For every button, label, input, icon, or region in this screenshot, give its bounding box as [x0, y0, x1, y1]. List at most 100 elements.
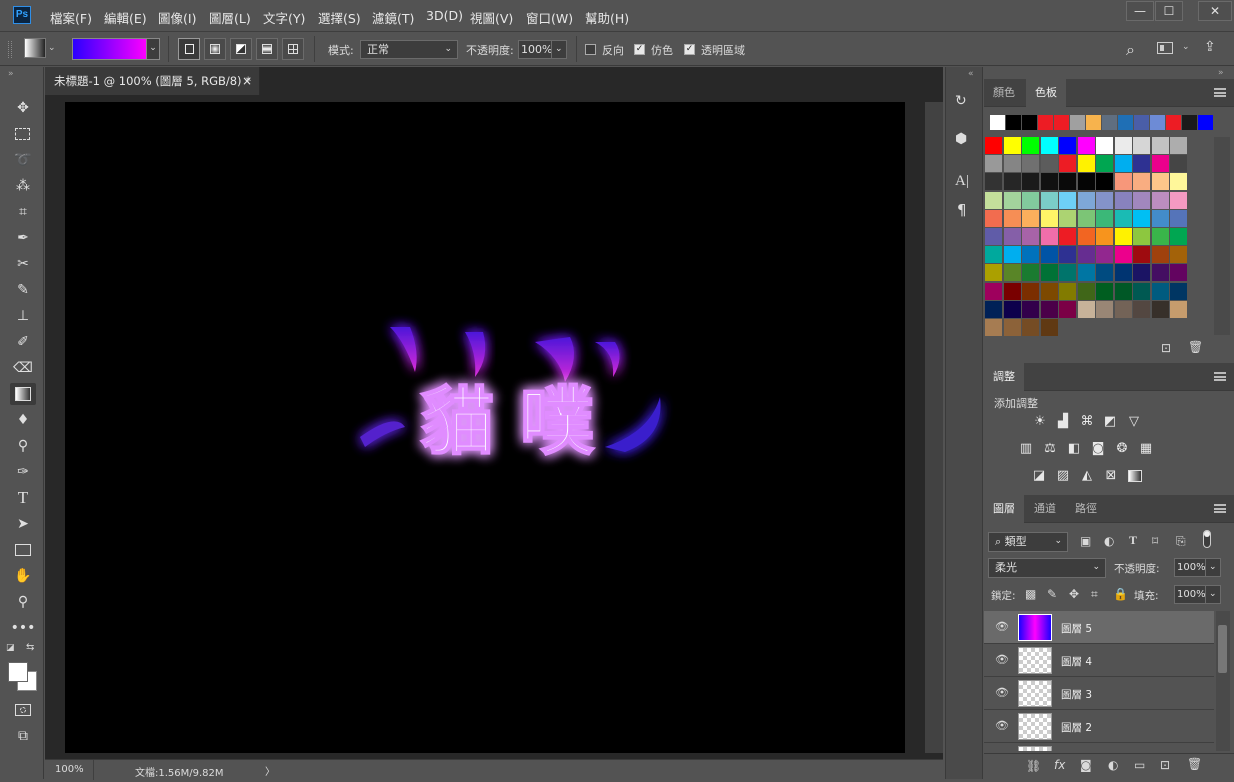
swatch[interactable] [1170, 209, 1187, 227]
swatch[interactable] [1022, 155, 1039, 173]
collapse-panels-icon[interactable]: » [1218, 68, 1224, 78]
swatch[interactable] [1059, 137, 1076, 154]
swatch[interactable] [1022, 319, 1039, 336]
filter-type-icon[interactable]: T [1129, 533, 1137, 548]
swatch[interactable] [1151, 155, 1169, 173]
swatch[interactable] [1114, 155, 1132, 173]
blend-mode-select[interactable]: 柔光 ⌄ [988, 558, 1106, 578]
gradient-picker-dropdown[interactable]: ⌄ [146, 38, 160, 60]
swatch[interactable] [1133, 209, 1150, 227]
hand-tool-icon[interactable]: ✋ [10, 565, 36, 587]
quick-mask-icon[interactable] [10, 699, 36, 721]
swatch[interactable] [985, 209, 1002, 227]
swatch[interactable] [1003, 282, 1021, 300]
filter-adjustment-icon[interactable]: ◐ [1104, 534, 1114, 548]
brightness-contrast-icon[interactable]: ☀ [1031, 413, 1049, 431]
tab-color[interactable]: 顏色 [984, 79, 1024, 107]
posterize-icon[interactable]: ▨ [1054, 467, 1072, 485]
swatch[interactable] [1040, 209, 1058, 227]
menu-item[interactable]: 3D(D) [426, 8, 463, 23]
hue-saturation-icon[interactable]: ▥ [1017, 440, 1035, 458]
recent-swatch[interactable] [1198, 115, 1213, 130]
healing-brush-icon[interactable]: ✂ [10, 253, 36, 275]
swatch[interactable] [1096, 282, 1113, 300]
swatch[interactable] [985, 264, 1002, 282]
recent-swatch[interactable] [1038, 115, 1053, 130]
recent-swatch[interactable] [1134, 115, 1149, 130]
scroll-track[interactable] [925, 102, 943, 753]
swatch[interactable] [1133, 191, 1150, 209]
threshold-icon[interactable]: ◭ [1078, 467, 1096, 485]
swatch[interactable] [1114, 264, 1132, 282]
swatch[interactable] [985, 319, 1002, 336]
swatch[interactable] [1003, 264, 1021, 282]
search-icon[interactable]: ⌕ [1126, 40, 1135, 60]
swatch[interactable] [1077, 173, 1095, 191]
swatch[interactable] [1077, 191, 1095, 209]
diamond-gradient-button[interactable] [282, 38, 304, 60]
swatch[interactable] [1059, 282, 1076, 300]
swatch[interactable] [1022, 173, 1039, 191]
swatch[interactable] [1022, 300, 1039, 318]
layer-row[interactable]: 👁 圖層 3 [984, 677, 1214, 710]
swatch[interactable] [1114, 300, 1132, 318]
swatch[interactable] [1096, 300, 1113, 318]
reverse-checkbox[interactable] [585, 44, 596, 55]
tab-channels[interactable]: 通道 [1025, 495, 1065, 523]
linear-gradient-button[interactable] [178, 38, 200, 60]
swatch[interactable] [1114, 282, 1132, 300]
swatch[interactable] [1170, 246, 1187, 264]
layer-row[interactable]: 👁 圖層 4 [984, 644, 1214, 677]
link-icon[interactable]: ⛓ [1026, 759, 1041, 773]
recent-swatch[interactable] [1102, 115, 1117, 130]
menu-item[interactable]: 濾鏡(T) [372, 8, 414, 27]
swatch[interactable] [985, 173, 1002, 191]
channel-mixer-icon[interactable]: ❂ [1113, 440, 1131, 458]
lock-all-icon[interactable]: 🔒 [1113, 587, 1128, 601]
swatch[interactable] [1022, 246, 1039, 264]
dither-checkbox[interactable]: ✓ [634, 44, 645, 55]
marquee-tool-icon[interactable] [10, 123, 36, 145]
layer-row[interactable] [984, 743, 1214, 751]
transparency-checkbox[interactable]: ✓ [684, 44, 695, 55]
swatch[interactable] [1077, 300, 1095, 318]
panel-menu-icon[interactable] [1214, 504, 1226, 513]
menu-item[interactable]: 窗口(W) [526, 8, 573, 27]
radial-gradient-button[interactable] [204, 38, 226, 60]
swatch[interactable] [1114, 137, 1132, 154]
filter-toggle[interactable] [1203, 530, 1211, 548]
panel-menu-icon[interactable] [1214, 88, 1226, 97]
new-layer-icon[interactable]: ⊡ [1160, 758, 1170, 772]
swatch[interactable] [1151, 228, 1169, 245]
swatch[interactable] [1151, 137, 1169, 154]
swatch[interactable] [1151, 282, 1169, 300]
recent-swatch[interactable] [1006, 115, 1021, 130]
swatch[interactable] [1077, 282, 1095, 300]
zoom-tool-icon[interactable]: ⚲ [10, 591, 36, 613]
swatch[interactable] [985, 228, 1002, 245]
brush-tool-icon[interactable]: ✎ [10, 279, 36, 301]
tab-layers[interactable]: 圖層 [984, 495, 1024, 523]
swatch[interactable] [1096, 173, 1113, 191]
recent-swatch[interactable] [1054, 115, 1069, 130]
layers-scrollbar[interactable] [1216, 611, 1230, 751]
swatch[interactable] [1022, 264, 1039, 282]
layer-opacity-dropdown[interactable]: ⌄ [1205, 558, 1221, 577]
invert-icon[interactable]: ◪ [1030, 467, 1048, 485]
recent-swatch[interactable] [1086, 115, 1101, 130]
close-tab-icon[interactable]: × [242, 67, 252, 95]
opacity-input[interactable]: 100% [518, 40, 552, 59]
swatch[interactable] [1059, 300, 1076, 318]
dodge-tool-icon[interactable]: ⚲ [10, 435, 36, 457]
selective-color-icon[interactable]: ⊠ [1102, 467, 1120, 485]
rectangle-tool-icon[interactable] [10, 539, 36, 561]
angle-gradient-button[interactable] [230, 38, 252, 60]
swatch[interactable] [1096, 155, 1113, 173]
swatch[interactable] [1022, 137, 1039, 154]
recent-swatch[interactable] [1166, 115, 1181, 130]
color-balance-icon[interactable]: ⚖ [1041, 440, 1059, 458]
lock-artboard-icon[interactable]: ⌗ [1091, 587, 1098, 602]
recent-swatch[interactable] [1150, 115, 1165, 130]
filter-shape-icon[interactable]: ⌑ [1152, 534, 1158, 548]
swatch[interactable] [1151, 246, 1169, 264]
